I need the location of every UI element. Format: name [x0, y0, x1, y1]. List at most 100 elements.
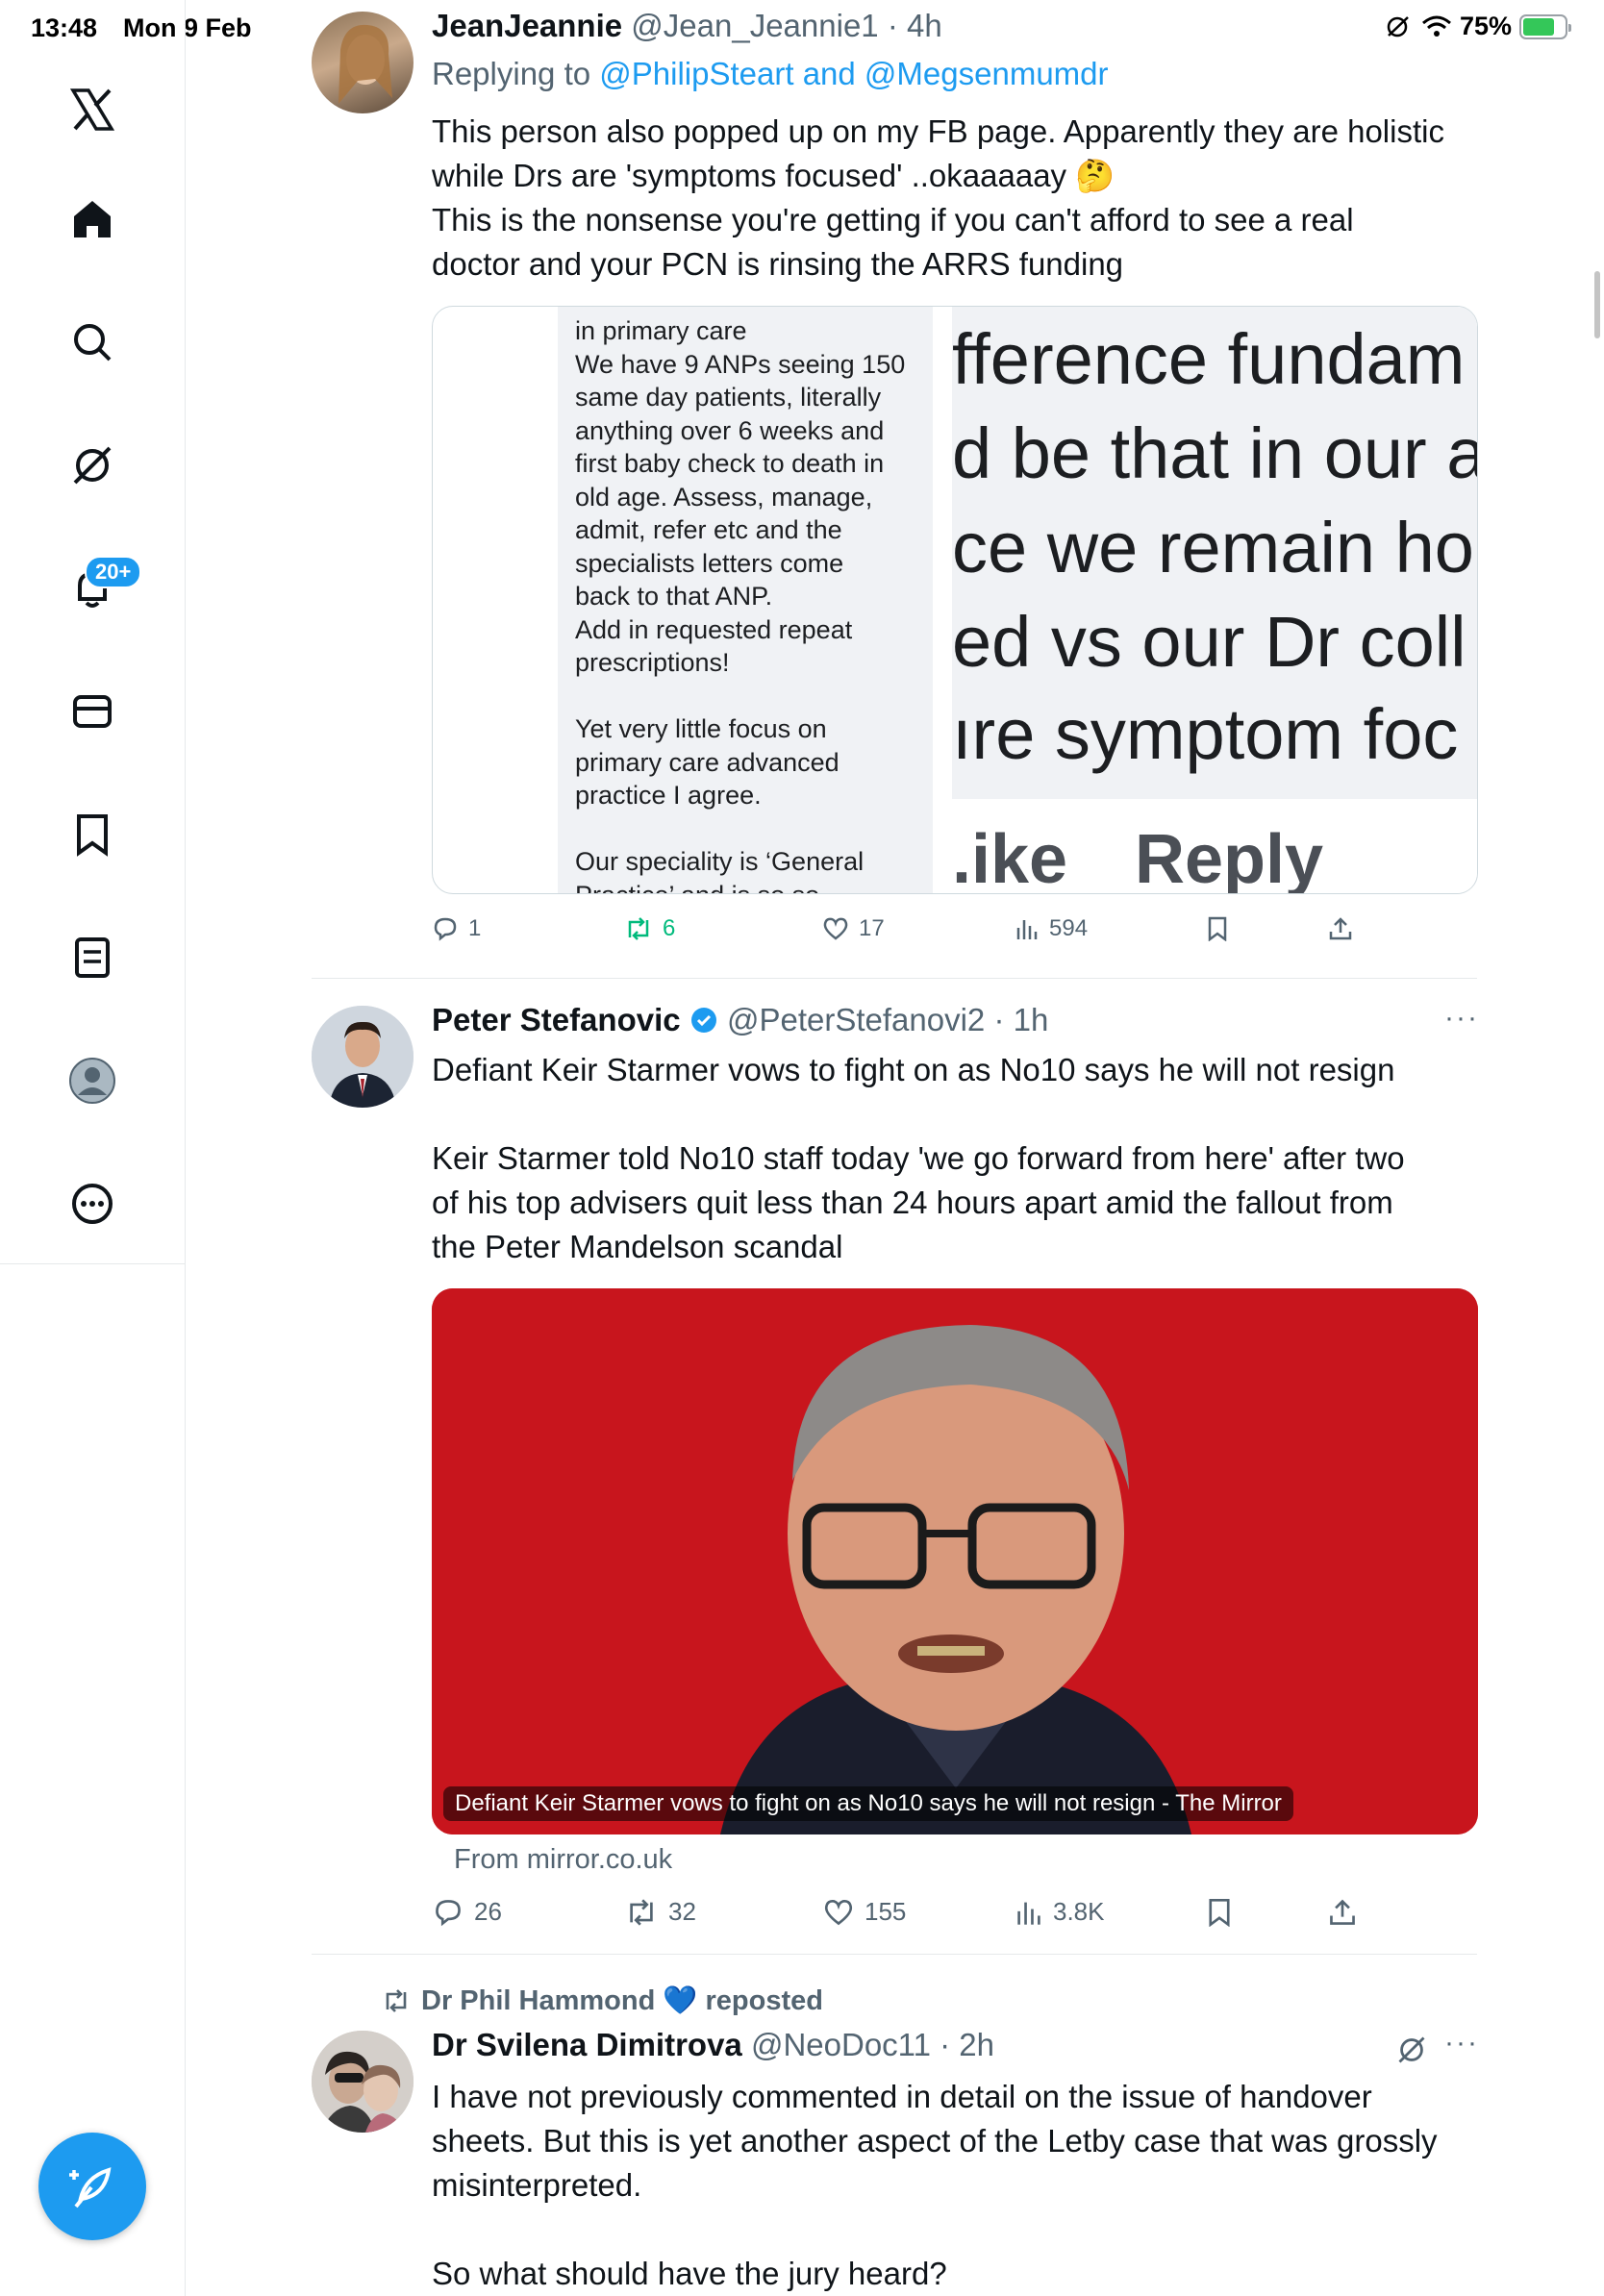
x-logo[interactable]	[63, 81, 121, 138]
author-name[interactable]: Dr Svilena Dimitrova	[432, 2027, 742, 2062]
grok-icon[interactable]	[1396, 2034, 1427, 2065]
search-icon	[74, 324, 112, 362]
link-card-title: Defiant Keir Starmer vows to fight on as…	[443, 1786, 1293, 1821]
link-card-source[interactable]: From mirror.co.uk	[454, 1844, 672, 1876]
repost-count: 6	[663, 915, 676, 941]
repost-button[interactable]: 6	[624, 915, 822, 942]
replying-to: Replying to @PhilipSteart and @Megsenmum…	[432, 56, 1109, 92]
verified-badge-icon	[690, 1008, 716, 1033]
repost-button[interactable]: 32	[624, 1897, 822, 1927]
post-text-line: Defiant Keir Starmer vows to fight on as…	[432, 1052, 1395, 1087]
post-text-line: So what should have the jury heard?	[432, 2256, 947, 2291]
views-count: 594	[1049, 915, 1089, 941]
avatar[interactable]	[312, 1006, 414, 1108]
x-logo-icon	[69, 88, 115, 131]
reply-button[interactable]: 26	[432, 1897, 624, 1927]
sidebar-item-grok[interactable]	[63, 437, 121, 494]
post-text-line: of his top advisers quit less than 24 ho…	[432, 1185, 1393, 1220]
compose-feather-icon	[69, 2167, 112, 2209]
post-actions: 1 6 17 594	[432, 915, 1393, 942]
scrollbar[interactable]	[1594, 271, 1600, 338]
battery-level	[1523, 17, 1554, 36]
author-name[interactable]: Peter Stefanovic	[432, 1002, 681, 1037]
post-text-line: This is the nonsense you're getting if y…	[432, 202, 1354, 237]
lists-icon	[75, 937, 110, 978]
sidebar-item-messages[interactable]	[63, 683, 121, 740]
post-header: Dr Svilena Dimitrova @NeoDoc11 · 2h	[432, 2027, 994, 2062]
like-button[interactable]: 155	[822, 1897, 1015, 1927]
comment-line: specialists letters come	[575, 548, 844, 578]
comment-line: primary care advanced	[575, 747, 840, 777]
reposted-by-label: Dr Phil Hammond 💙 reposted	[421, 1985, 823, 2016]
link-card[interactable]: Defiant Keir Starmer vows to fight on as…	[432, 1288, 1478, 1834]
wifi-icon	[1421, 15, 1451, 37]
share-button[interactable]	[1328, 916, 1353, 941]
comment-line: We have 9 ANPs seeing 150	[575, 349, 906, 379]
post-text-line: sheets. But this is yet another aspect o…	[432, 2123, 1438, 2159]
screenshot-zoomed-text: fference fundam d be that in our a ce we…	[952, 307, 1477, 894]
bookmarks-icon	[77, 814, 108, 857]
replying-to-handles[interactable]: @PhilipSteart and @Megsenmumdr	[599, 56, 1108, 91]
post-header: Peter Stefanovic @PeterStefanovi2 · 1h	[432, 1002, 1049, 1037]
like-count: 155	[865, 1897, 907, 1926]
battery-percent: 75%	[1459, 12, 1512, 40]
reply-count: 1	[468, 915, 482, 941]
reply-button[interactable]: 1	[432, 915, 624, 942]
comment-line: prescriptions!	[575, 648, 730, 677]
avatar[interactable]	[312, 2031, 414, 2133]
more-options-button[interactable]: ···	[1444, 1002, 1479, 1035]
author-handle[interactable]: @NeoDoc11	[751, 2027, 931, 2062]
post-image[interactable]: in primary care We have 9 ANPs seeing 150…	[432, 306, 1478, 894]
no-sync-icon	[1387, 15, 1409, 37]
zoomed-reply-label: Reply	[1135, 821, 1324, 894]
sidebar-item-profile[interactable]	[63, 1052, 121, 1110]
comment-line: back to that ANP.	[575, 582, 773, 611]
author-name[interactable]: JeanJeannie	[432, 8, 622, 43]
post-time: 1h	[1013, 1002, 1049, 1037]
share-icon	[1329, 917, 1352, 940]
zoomed-like-label: .ike	[952, 821, 1068, 894]
bookmark-button[interactable]	[1207, 916, 1328, 941]
sidebar-item-more[interactable]	[63, 1175, 121, 1233]
comment-line: Yet very little focus on	[575, 714, 827, 743]
reply-icon	[434, 917, 457, 941]
comment-line	[575, 812, 933, 846]
zoomed-line: ed vs our Dr coll	[952, 602, 1466, 682]
home-icon	[74, 201, 111, 237]
sidebar-item-search[interactable]	[63, 313, 121, 371]
avatar[interactable]	[312, 12, 414, 113]
post-text-line: doctor and your PCN is rinsing the ARRS …	[432, 246, 1124, 282]
reposted-by[interactable]: Dr Phil Hammond 💙 reposted	[381, 1984, 823, 2017]
reply-icon	[436, 1899, 461, 1926]
views-icon	[1016, 920, 1038, 939]
replying-prefix: Replying to	[432, 56, 591, 91]
post-text-line: This person also popped up on my FB page…	[432, 113, 1444, 149]
views-button[interactable]: 594	[1015, 915, 1207, 942]
views-button[interactable]: 3.8K	[1015, 1897, 1207, 1927]
sidebar-item-lists[interactable]	[63, 929, 121, 986]
author-handle[interactable]: @PeterStefanovi2	[727, 1002, 985, 1037]
author-handle[interactable]: @Jean_Jeannie1	[631, 8, 878, 43]
post-text: I have not previously commented in detai…	[432, 2075, 1480, 2296]
bookmark-icon	[1209, 1898, 1230, 1927]
comment-line: first baby check to death in	[575, 449, 885, 478]
zoomed-line: ce we remain ho	[952, 508, 1474, 587]
comment-line: anything over 6 weeks and	[575, 415, 885, 445]
sidebar-item-bookmarks[interactable]	[63, 806, 121, 863]
comment-line: same day patients, literally	[575, 383, 882, 412]
battery-icon	[1519, 13, 1571, 39]
status-indicators: 75%	[1385, 12, 1571, 41]
bookmark-button[interactable]	[1207, 1898, 1328, 1927]
more-options-button[interactable]: ···	[1444, 2027, 1479, 2059]
compose-post-button[interactable]	[38, 2133, 146, 2240]
like-count: 17	[859, 915, 885, 941]
post-text-line: the Peter Mandelson scandal	[432, 1229, 843, 1264]
post-text: Defiant Keir Starmer vows to fight on as…	[432, 1048, 1480, 1269]
like-button[interactable]: 17	[822, 915, 1015, 942]
share-button[interactable]	[1328, 1898, 1357, 1927]
repost-icon	[628, 917, 649, 940]
comment-line	[575, 680, 933, 713]
sidebar-item-home[interactable]	[63, 190, 121, 248]
post-time: 4h	[907, 8, 942, 43]
share-icon	[1330, 1899, 1355, 1925]
